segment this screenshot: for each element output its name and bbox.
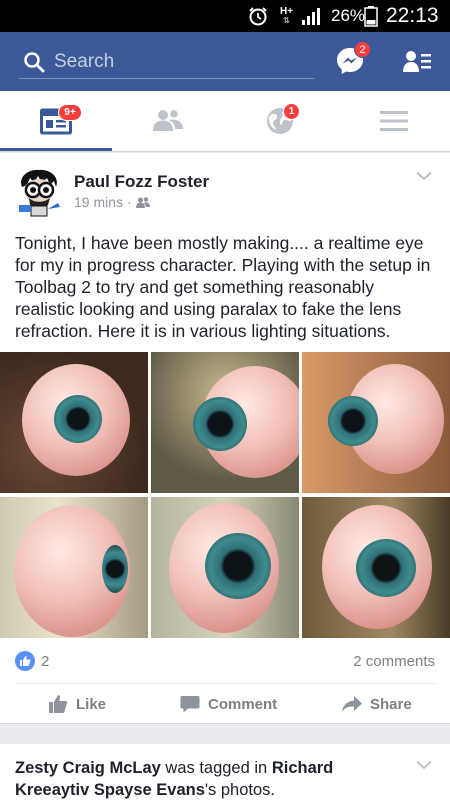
thumbs-up-icon <box>49 695 68 713</box>
tab-bar: 9+ 1 <box>0 91 450 152</box>
network-label: H+ <box>280 6 294 17</box>
like-label: Like <box>76 695 107 713</box>
friends-icon <box>153 109 183 131</box>
hamburger-menu-icon <box>380 111 408 131</box>
share-button[interactable]: Share <box>342 684 412 724</box>
chevron-down-icon[interactable] <box>416 760 432 770</box>
like-button[interactable]: Like <box>48 684 106 724</box>
like-reaction-icon <box>15 651 35 671</box>
search-bar[interactable] <box>19 46 314 79</box>
like-count: 2 <box>41 652 50 670</box>
avatar[interactable] <box>14 167 64 217</box>
clock: 22:13 <box>386 4 439 27</box>
feed-badge: 9+ <box>58 104 82 121</box>
post-card: Paul Fozz Foster 19 mins · Tonight, I ha… <box>0 153 450 724</box>
post-time[interactable]: 19 mins <box>74 194 123 210</box>
friend-requests-icon[interactable] <box>403 50 431 74</box>
meta-separator: · <box>127 194 132 210</box>
network-type: H+ ⇅ <box>280 0 293 32</box>
chevron-down-icon[interactable] <box>416 171 432 181</box>
post-actions: Like Comment Share <box>0 684 450 724</box>
photo-eye-4[interactable] <box>0 497 148 638</box>
status-bar: H+ ⇅ 26% 22:13 <box>0 0 450 32</box>
data-arrows-icon: ⇅ <box>283 16 290 25</box>
signal-icon <box>300 0 324 32</box>
comment-label: Comment <box>208 695 278 713</box>
photo-eye-5[interactable] <box>151 497 299 638</box>
tab-menu[interactable] <box>338 91 450 151</box>
reactions-summary[interactable]: 2 2 comments <box>15 650 435 672</box>
friends-privacy-icon <box>135 196 150 208</box>
top-header: 2 <box>0 32 450 91</box>
comments-count[interactable]: 2 comments <box>353 653 435 670</box>
post2-suffix: 's photos. <box>204 781 275 799</box>
post2-story: Zesty Craig McLay was tagged in Richard … <box>15 757 405 800</box>
comment-button[interactable]: Comment <box>180 684 277 724</box>
share-label: Share <box>370 695 412 713</box>
tab-notifications[interactable] <box>224 91 336 151</box>
search-input[interactable] <box>54 51 294 73</box>
photo-eye-1[interactable] <box>0 352 148 493</box>
post-author[interactable]: Paul Fozz Foster <box>74 172 209 192</box>
post2-actor[interactable]: Zesty Craig McLay <box>15 759 161 777</box>
comment-icon <box>180 696 200 713</box>
tab-news-feed[interactable] <box>0 91 112 151</box>
active-tab-indicator <box>0 148 112 151</box>
battery-icon <box>364 0 378 32</box>
post2-middle: was tagged in <box>160 759 272 777</box>
photo-eye-2[interactable] <box>151 352 299 493</box>
search-icon <box>24 52 45 73</box>
notifications-badge: 1 <box>283 103 300 120</box>
photo-grid[interactable] <box>0 352 450 638</box>
post-text: Tonight, I have been mostly making.... a… <box>15 233 431 341</box>
photo-eye-3[interactable] <box>302 352 450 493</box>
battery-percent: 26% <box>331 6 366 25</box>
tab-friends[interactable] <box>112 91 224 151</box>
post-meta: 19 mins · <box>74 194 150 210</box>
alarm-icon <box>247 0 269 32</box>
share-icon <box>342 696 362 712</box>
photo-eye-6[interactable] <box>302 497 450 638</box>
post-card-2: Zesty Craig McLay was tagged in Richard … <box>0 744 450 800</box>
messenger-badge: 2 <box>354 41 371 58</box>
